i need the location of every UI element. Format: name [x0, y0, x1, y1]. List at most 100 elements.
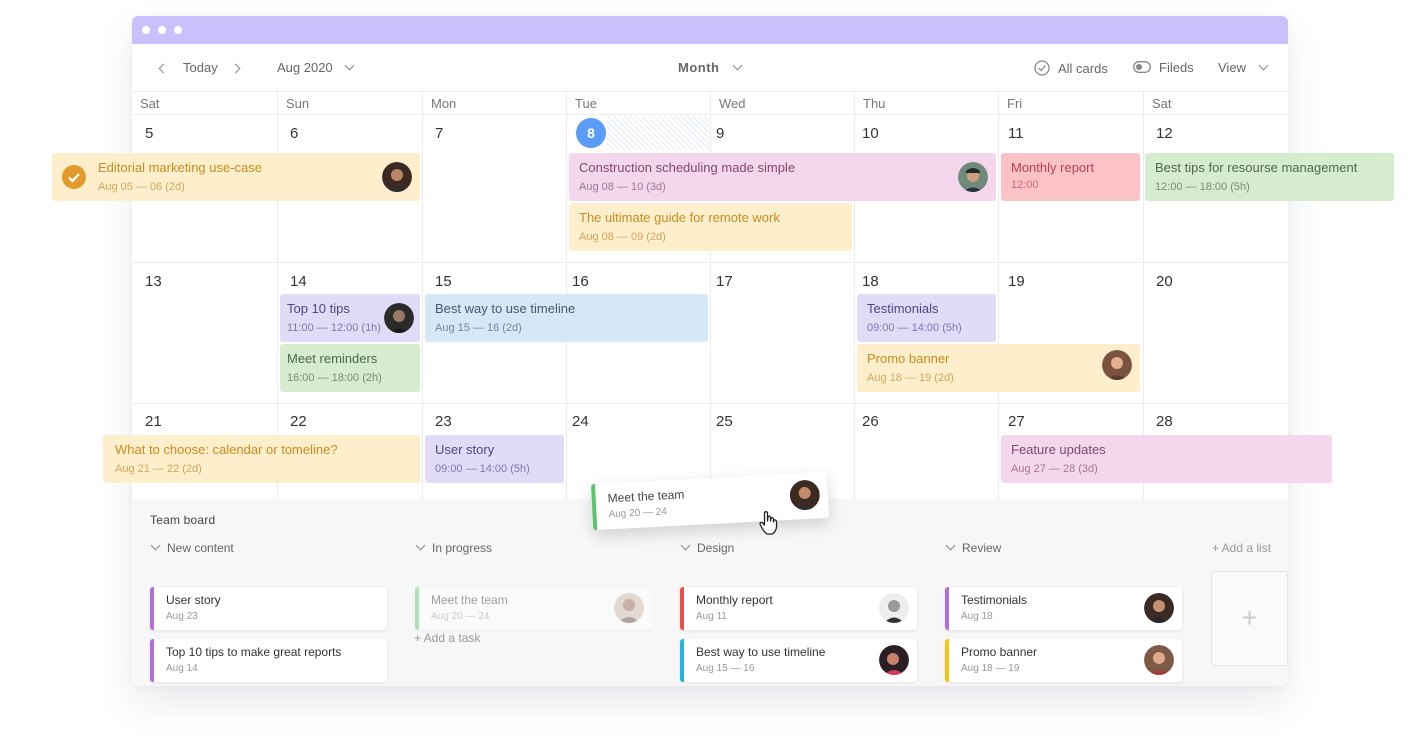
day-number[interactable]: 7: [435, 125, 443, 142]
day-number[interactable]: 14: [290, 273, 307, 290]
event-remote-work[interactable]: The ultimate guide for remote work Aug 0…: [569, 203, 852, 251]
window-control-close[interactable]: [142, 26, 150, 34]
event-date: Aug 21 — 22 (2d): [115, 463, 202, 475]
today-marker[interactable]: 8: [576, 118, 606, 148]
chevron-down-icon: [680, 540, 691, 551]
event-meet-reminders[interactable]: Meet reminders 16:00 — 18:00 (2h): [280, 344, 420, 392]
event-best-tips[interactable]: Best tips for resourse management 12:00 …: [1145, 153, 1394, 201]
event-construction[interactable]: Construction scheduling made simple Aug …: [569, 153, 996, 201]
day-number[interactable]: 23: [435, 413, 452, 430]
event-promo-banner[interactable]: Promo banner Aug 18 — 19 (2d): [857, 344, 1140, 392]
window-control-maximize[interactable]: [174, 26, 182, 34]
day-number[interactable]: 11: [1008, 125, 1024, 142]
column-header-review[interactable]: Review: [945, 540, 1001, 555]
avatar: [879, 593, 909, 623]
prev-month-button[interactable]: [158, 60, 169, 76]
board-card[interactable]: User story Aug 23: [150, 587, 387, 630]
board-card[interactable]: Promo banner Aug 18 — 19: [945, 639, 1182, 682]
today-highlight: [607, 116, 709, 150]
grid-line: [422, 115, 423, 499]
event-what-to-choose[interactable]: What to choose: calendar or tomeline? Au…: [103, 435, 420, 483]
board-card[interactable]: Best way to use timeline Aug 15 — 16: [680, 639, 917, 682]
event-date: Aug 27 — 28 (3d): [1011, 463, 1098, 475]
today-button[interactable]: Today: [183, 60, 218, 76]
next-month-button[interactable]: [230, 60, 241, 76]
board-card[interactable]: Testimonials Aug 18: [945, 587, 1182, 630]
card-color-bar: [680, 639, 684, 682]
column-header-in-progress[interactable]: In progress: [415, 540, 493, 555]
card-color-bar: [680, 587, 684, 630]
column-title: In progress: [432, 541, 493, 555]
board-card-placeholder[interactable]: Meet the team Aug 20 — 24: [415, 587, 652, 630]
avatar: [1144, 645, 1174, 675]
chevron-down-icon: [150, 540, 161, 551]
checkmark-icon: [62, 165, 86, 189]
day-number[interactable]: 16: [572, 273, 589, 290]
day-number[interactable]: 22: [290, 413, 307, 430]
card-color-bar: [150, 639, 154, 682]
event-user-story[interactable]: User story 09:00 — 14:00 (5h): [425, 435, 564, 483]
day-number[interactable]: 10: [862, 125, 879, 142]
day-number[interactable]: 27: [1008, 413, 1025, 430]
day-number[interactable]: 15: [435, 273, 452, 290]
event-date: 12:00 — 18:00 (5h): [1155, 181, 1250, 193]
day-number[interactable]: 24: [572, 413, 589, 430]
fields-toggle[interactable]: Fileds: [1133, 60, 1194, 76]
card-color-bar: [945, 587, 949, 630]
day-number[interactable]: 28: [1156, 413, 1173, 430]
day-number[interactable]: 5: [145, 125, 153, 142]
board-card[interactable]: Top 10 tips to make great reports Aug 14: [150, 639, 387, 682]
card-color-bar: [150, 587, 154, 630]
check-circle-icon: [1034, 60, 1050, 76]
event-top-10-tips[interactable]: Top 10 tips 11:00 — 12:00 (1h): [280, 294, 420, 342]
column-header-design[interactable]: Design: [680, 540, 735, 555]
day-number[interactable]: 20: [1156, 273, 1173, 290]
day-number[interactable]: 9: [716, 125, 724, 142]
card-title: User story: [166, 593, 221, 607]
day-number[interactable]: 6: [290, 125, 298, 142]
card-date: Aug 23: [166, 611, 198, 622]
column-title: New content: [167, 541, 234, 555]
event-title: Promo banner: [867, 351, 950, 366]
hand-cursor-icon: [759, 511, 778, 535]
team-board: Team board New content In progress Desig…: [132, 499, 1288, 686]
day-number[interactable]: 25: [716, 413, 733, 430]
event-title: Editorial marketing use-case: [98, 160, 263, 175]
event-editorial[interactable]: Editorial marketing use-case Aug 05 — 06…: [52, 153, 420, 201]
day-number[interactable]: 21: [145, 413, 162, 430]
day-number[interactable]: 18: [862, 273, 879, 290]
day-number[interactable]: 12: [1156, 125, 1173, 142]
event-feature-updates[interactable]: Feature updates Aug 27 — 28 (3d): [1001, 435, 1332, 483]
add-task-button[interactable]: + Add a task: [414, 631, 480, 645]
event-monthly-report[interactable]: Monthly report 12:00: [1001, 153, 1140, 201]
day-number[interactable]: 17: [716, 273, 733, 290]
column-header-new-content[interactable]: New content: [150, 540, 234, 555]
column-title: Design: [697, 541, 735, 555]
avatar: [1144, 593, 1174, 623]
day-number[interactable]: 19: [1008, 273, 1025, 290]
event-date: 09:00 — 14:00 (5h): [867, 322, 962, 334]
card-color-bar: [415, 587, 419, 630]
all-cards-toggle[interactable]: All cards: [1034, 60, 1108, 77]
view-menu[interactable]: View: [1218, 60, 1269, 76]
add-list-plus-icon[interactable]: +: [1211, 571, 1288, 666]
avatar: [1102, 350, 1132, 380]
event-testimonials[interactable]: Testimonials 09:00 — 14:00 (5h): [857, 294, 996, 342]
weekday-header: Thu: [854, 92, 998, 115]
window-control-minimize[interactable]: [158, 26, 166, 34]
event-title: Monthly report: [1011, 160, 1095, 175]
month-picker[interactable]: Aug 2020: [277, 60, 355, 76]
avatar: [384, 303, 414, 333]
event-title: Meet reminders: [287, 351, 378, 366]
day-number[interactable]: 13: [145, 273, 162, 290]
day-number[interactable]: 26: [862, 413, 879, 430]
avatar: [958, 162, 988, 192]
add-list-button[interactable]: + Add a list: [1212, 541, 1271, 555]
chevron-down-icon: [1258, 60, 1269, 71]
toolbar: Today Aug 2020 Month All cards Fileds Vi…: [132, 44, 1288, 92]
card-date: Aug 14: [166, 663, 198, 674]
chevron-down-icon: [415, 540, 426, 551]
event-best-way-timeline[interactable]: Best way to use timeline Aug 15 — 16 (2d…: [425, 294, 708, 342]
view-mode-select[interactable]: Month: [678, 60, 743, 76]
board-card[interactable]: Monthly report Aug 11: [680, 587, 917, 630]
